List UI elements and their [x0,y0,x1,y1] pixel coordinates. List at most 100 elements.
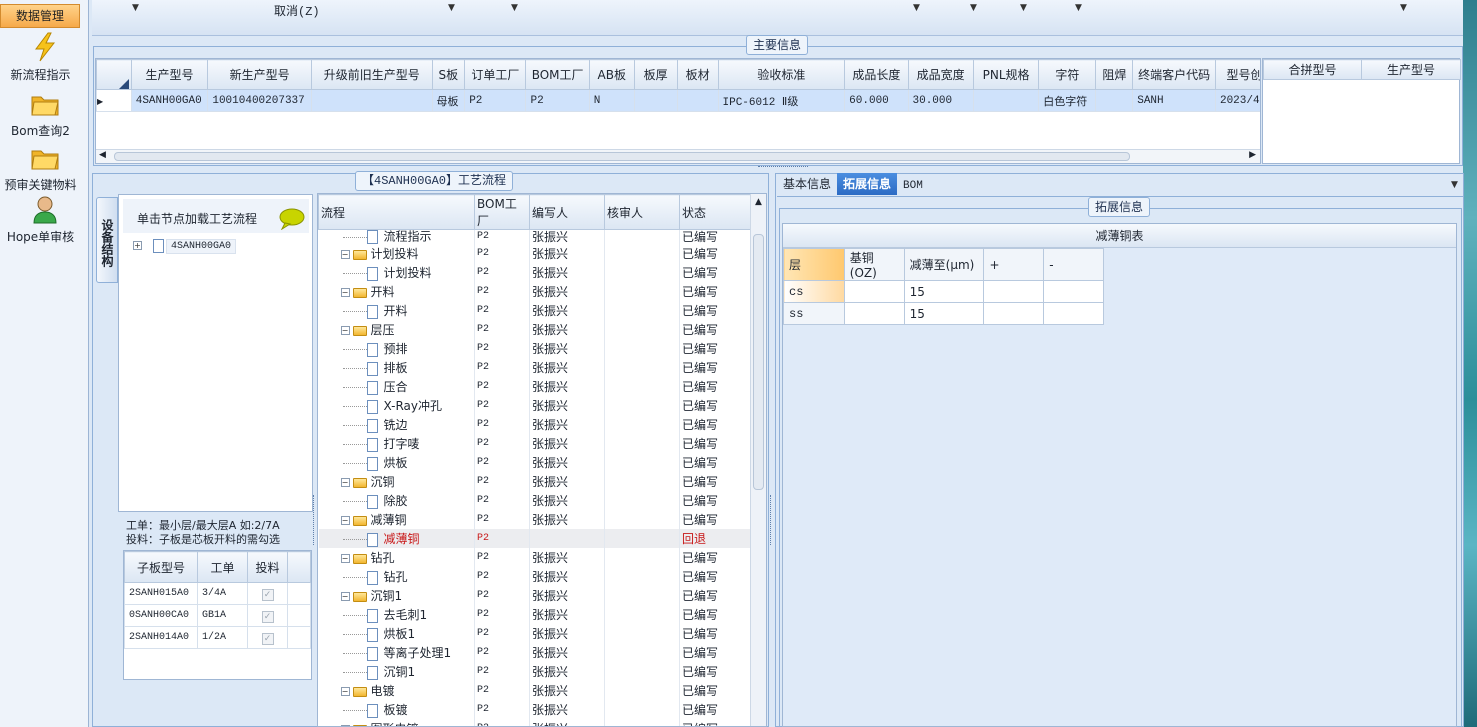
expand-icon[interactable]: + [133,241,142,250]
sub-board-order[interactable]: GB1A [197,604,248,627]
flow-row[interactable]: 沉铜1 P2 张振兴 已编写 [318,662,751,681]
table-cell[interactable]: 30.000 [907,89,974,112]
sub-board-order[interactable]: 3/4A [197,582,248,605]
collapse-icon[interactable]: − [340,592,350,601]
column-header[interactable]: 订单工厂 [464,59,527,90]
flow-row[interactable]: 等离子处理1 P2 张振兴 已编写 [318,643,751,662]
column-header[interactable]: 成品宽度 [907,59,974,90]
column-header[interactable]: 流程 [318,194,475,230]
scroll-left-icon[interactable]: ◀ [99,150,106,160]
column-header[interactable]: 投料 [247,551,288,583]
feed-checkbox[interactable]: ✓ [261,632,274,645]
column-header[interactable]: 减薄至(μm) [903,248,985,281]
column-header[interactable]: 新生产型号 [207,59,312,90]
table-cell[interactable]: 白色字符 [1038,89,1097,112]
table-row[interactable]: 2SANH014A0 1/2A ✓ [124,626,311,649]
table-cell[interactable]: 母板 [431,89,466,112]
column-header[interactable]: 层 [783,248,845,281]
flow-row[interactable]: 烘板1 P2 张振兴 已编写 [318,624,751,643]
column-header[interactable]: AB板 [588,59,635,90]
sidebar-item-hope-review[interactable]: Hope单审核 [0,194,89,245]
chevron-down-icon[interactable]: ▼ [1075,3,1082,13]
table-row[interactable]: 0SANH00CA0 GB1A ✓ [124,604,311,627]
scroll-right-icon[interactable]: ▶ [1249,150,1256,160]
feed-checkbox[interactable]: ✓ [261,588,274,601]
flow-row[interactable]: − 沉铜1 P2 张振兴 已编写 [318,586,751,605]
tree-node-root[interactable]: 4SANH00GA0 [166,239,237,254]
table-row[interactable]: cs 15 [783,280,1104,303]
flow-row[interactable]: 烘板 P2 张振兴 已编写 [318,453,751,472]
splitter-grip[interactable] [770,495,773,545]
collapse-icon[interactable]: − [340,288,350,297]
flow-row[interactable]: − 沉铜 P2 张振兴 已编写 [318,472,751,491]
splitter-grip[interactable] [758,166,808,169]
flow-row[interactable]: 流程指示 P2 张振兴 已编写 [318,229,751,244]
table-cell[interactable]: P2 [464,89,527,112]
flow-row[interactable]: 减薄铜 P2 回退 [318,529,751,548]
sidebar-item-pre-review[interactable]: 预审关键物料 [0,142,89,193]
table-cell[interactable]: 10010400207337 [207,89,312,112]
tab-basic-info[interactable]: 基本信息 [777,173,837,195]
table-row[interactable]: 4SANH00GA0 10010400207337 母板 P2 P2 N IPC-6012 … [96,89,1260,112]
column-header[interactable]: 阻焊 [1095,59,1134,90]
flow-row[interactable]: 铣边 P2 张振兴 已编写 [318,415,751,434]
chevron-down-icon[interactable]: ▼ [970,3,977,13]
flow-row[interactable]: − 电镀 P2 张振兴 已编写 [318,681,751,700]
column-header[interactable]: 终端客户代码 [1132,59,1216,90]
flow-row[interactable]: 压合 P2 张振兴 已编写 [318,377,751,396]
column-header[interactable]: BOM工厂 [525,59,590,90]
chevron-down-icon[interactable]: ▼ [511,3,518,13]
table-row[interactable]: ss 15 [783,302,1104,325]
flow-row[interactable]: − 计划投料 P2 张振兴 已编写 [318,244,751,263]
table-cell[interactable]: IPC-6012 Ⅱ级 [717,89,846,112]
table-cell[interactable] [1043,280,1104,303]
column-header[interactable]: S板 [431,59,466,90]
table-cell[interactable] [843,302,905,325]
column-header[interactable]: 核审人 [604,194,680,230]
flow-row[interactable]: X-Ray冲孔 P2 张振兴 已编写 [318,396,751,415]
table-cell[interactable]: 15 [903,302,985,325]
collapse-icon[interactable]: − [340,687,350,696]
chevron-down-icon[interactable]: ▼ [448,3,455,13]
sub-board-model[interactable]: 2SANH015A0 [124,582,198,605]
table-cell[interactable] [633,89,678,112]
flow-row[interactable]: 开料 P2 张振兴 已编写 [318,301,751,320]
column-header[interactable]: 生产型号 [130,59,209,90]
flow-row[interactable]: − 开料 P2 张振兴 已编写 [318,282,751,301]
sub-board-model[interactable]: 2SANH014A0 [124,626,198,649]
flow-row[interactable]: 除胶 P2 张振兴 已编写 [318,491,751,510]
flow-row[interactable]: − 层压 P2 张振兴 已编写 [318,320,751,339]
table-cell[interactable] [983,302,1045,325]
cancel-button[interactable]: 取消(Z) [274,2,320,19]
column-header[interactable]: 板材 [676,59,719,90]
flow-row[interactable]: 计划投料 P2 张振兴 已编写 [318,263,751,282]
column-header[interactable]: 工单 [197,551,248,583]
tab-device-structure[interactable]: 设备结构 [96,197,118,283]
column-header[interactable]: 状态 [679,194,751,230]
collapse-icon[interactable]: − [340,326,350,335]
tab-extended-info[interactable]: 拓展信息 [837,173,898,195]
tab-bom[interactable]: BOM [897,175,929,197]
collapse-icon[interactable]: − [340,250,350,259]
column-header[interactable]: 字符 [1038,59,1097,90]
table-cell[interactable]: SANH [1132,89,1216,112]
collapse-icon[interactable]: − [340,516,350,525]
scrollbar-thumb[interactable] [753,234,764,490]
sub-board-order[interactable]: 1/2A [197,626,248,649]
splitter-grip[interactable] [313,495,316,545]
chevron-down-icon[interactable]: ▼ [1020,3,1027,13]
column-header[interactable]: 成品长度 [844,59,909,90]
flow-row[interactable]: 排板 P2 张振兴 已编写 [318,358,751,377]
table-cell[interactable]: 60.000 [844,89,909,112]
table-cell[interactable] [676,89,719,112]
column-header[interactable]: 基铜(OZ) [843,248,905,281]
table-cell[interactable]: cs [783,280,845,303]
column-header[interactable]: 生产型号 [1361,59,1461,80]
flow-row[interactable]: 去毛刺1 P2 张振兴 已编写 [318,605,751,624]
column-header[interactable]: PNL规格 [972,59,1040,90]
sidebar-item-new-process[interactable]: 新流程指示 [0,32,89,83]
flow-row[interactable]: −图形电镀P2张振兴已编写 [318,719,751,726]
column-header[interactable]: 子板型号 [124,551,198,583]
feed-checkbox[interactable]: ✓ [261,610,274,623]
chevron-down-icon[interactable]: ▼ [132,3,139,13]
